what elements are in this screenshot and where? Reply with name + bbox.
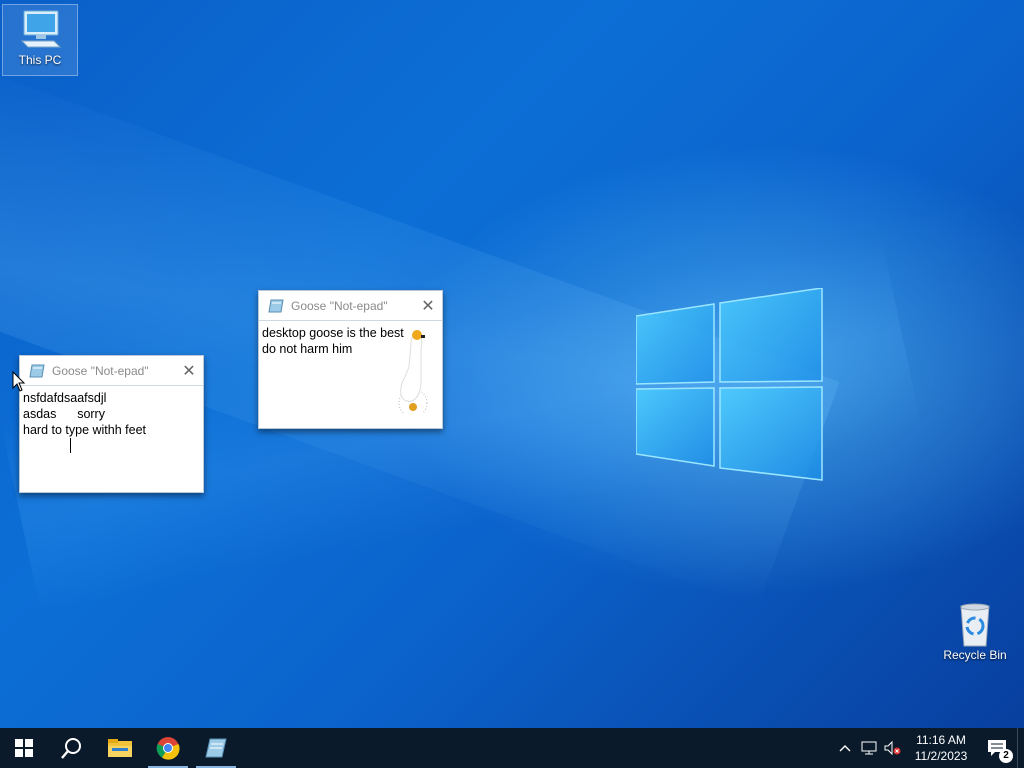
chevron-up-icon[interactable] — [833, 728, 857, 768]
desktop-icon-label: This PC — [18, 53, 62, 67]
clock-time: 11:16 AM — [916, 733, 966, 747]
goose-notepad-window[interactable]: Goose "Not-epad" ✕ nsfdafdsaafsdjl asdas … — [19, 355, 204, 493]
network-icon[interactable] — [857, 728, 881, 768]
taskbar-goose-notepad[interactable] — [192, 728, 240, 768]
text-caret — [70, 438, 71, 453]
goose-icon[interactable] — [391, 327, 437, 413]
start-button[interactable] — [0, 728, 48, 768]
file-explorer-icon — [108, 739, 132, 757]
notification-badge: 2 — [999, 749, 1013, 763]
windows-logo-wallpaper — [636, 288, 823, 481]
window-title-bar[interactable]: Goose "Not-epad" ✕ — [20, 356, 203, 386]
recycle-bin-icon — [960, 603, 990, 647]
notepad-icon — [205, 738, 227, 758]
window-title: Goose "Not-epad" — [52, 363, 149, 378]
computer-icon — [20, 10, 62, 48]
taskbar: 11:16 AM 11/2/2023 2 — [0, 728, 1024, 768]
notepad-icon — [268, 299, 284, 312]
text-line: hard to type withh feet — [23, 423, 146, 437]
chrome-icon — [156, 737, 180, 760]
window-title-bar[interactable]: Goose "Not-epad" ✕ — [259, 291, 442, 321]
text-line: asdas sorry — [23, 407, 105, 421]
show-desktop-button[interactable] — [1017, 728, 1024, 768]
taskbar-chrome[interactable] — [144, 728, 192, 768]
volume-muted-icon[interactable] — [881, 728, 905, 768]
text-line: nsfdafdsaafsdjl — [23, 391, 107, 405]
close-icon[interactable]: ✕ — [175, 357, 203, 385]
desktop: This PC Recycle Bin Goose "Not-epad" ✕ n… — [0, 0, 1024, 728]
system-tray: 11:16 AM 11/2/2023 2 — [833, 728, 1024, 768]
text-area[interactable]: nsfdafdsaafsdjl asdas sorry hard to type w… — [20, 386, 203, 442]
window-title: Goose "Not-epad" — [291, 298, 388, 313]
desktop-icon-label: Recycle Bin — [943, 648, 1007, 662]
taskbar-file-explorer[interactable] — [96, 728, 144, 768]
search-icon — [61, 738, 81, 759]
action-center-button[interactable]: 2 — [977, 728, 1017, 768]
clock-date: 11/2/2023 — [914, 749, 968, 763]
mouse-pointer-icon — [12, 371, 26, 392]
close-icon[interactable]: ✕ — [414, 292, 442, 320]
search-button[interactable] — [48, 728, 96, 768]
goose-notepad-window[interactable]: Goose "Not-epad" ✕ desktop goose is the … — [258, 290, 443, 429]
desktop-icon-recycle-bin[interactable]: Recycle Bin — [938, 600, 1012, 662]
clock[interactable]: 11:16 AM 11/2/2023 — [905, 732, 977, 764]
start-icon — [15, 739, 33, 757]
notepad-icon — [29, 364, 45, 377]
desktop-icon-this-pc[interactable]: This PC — [2, 4, 78, 76]
